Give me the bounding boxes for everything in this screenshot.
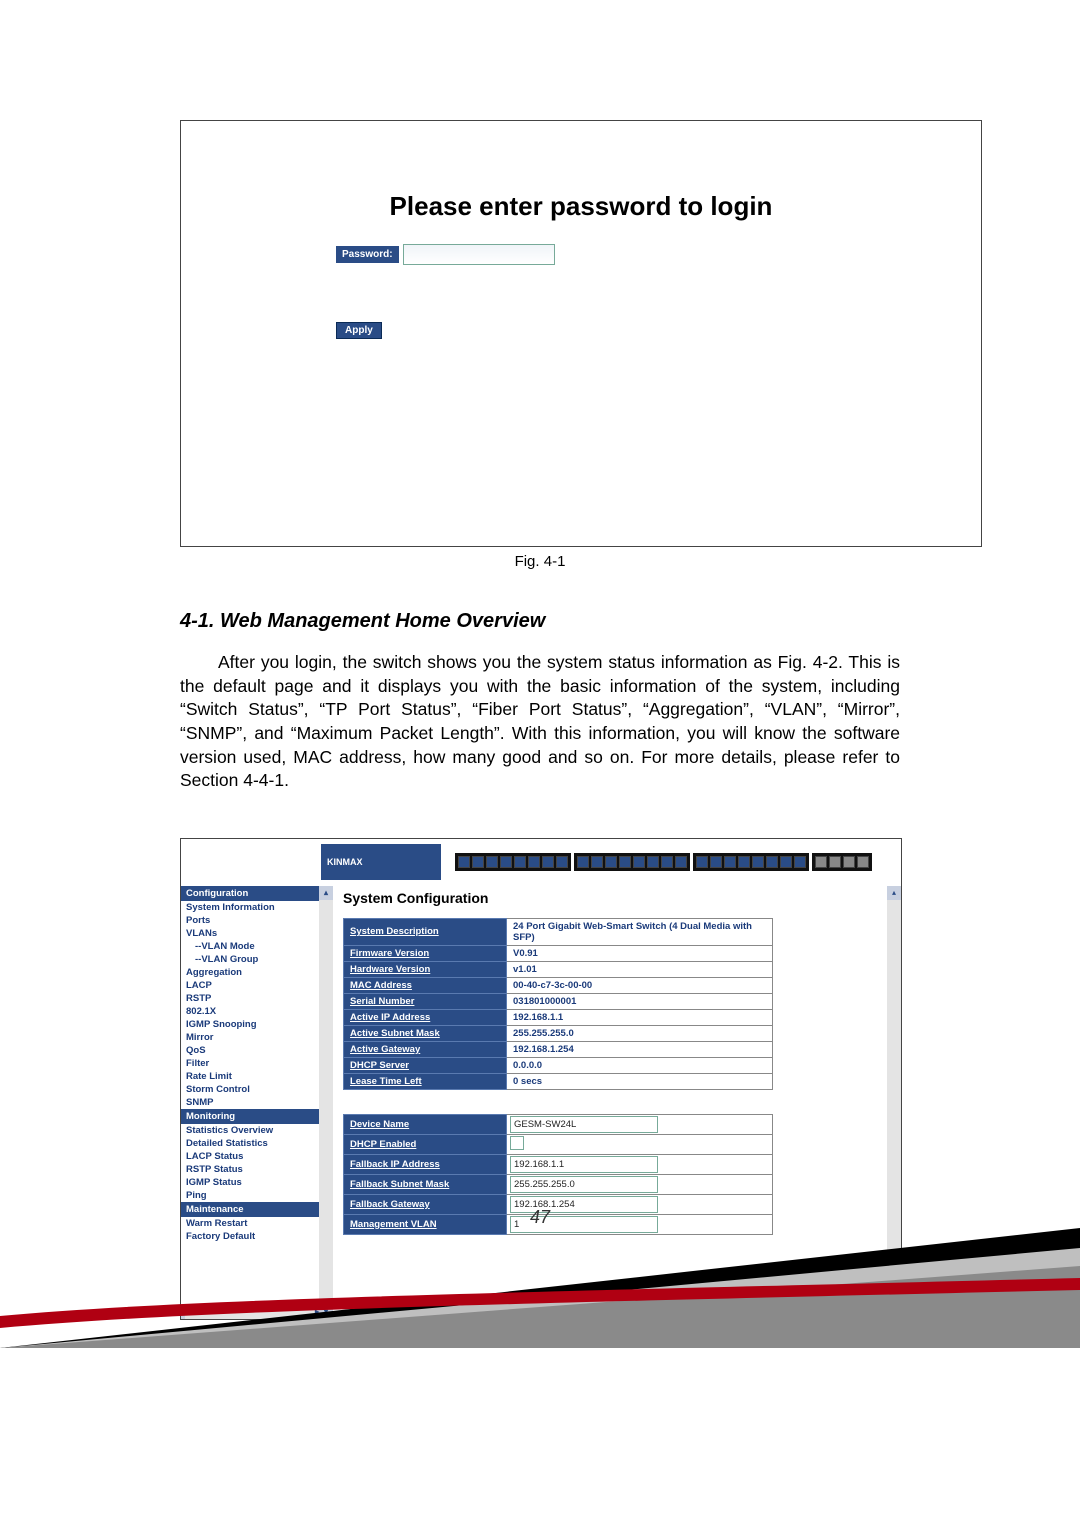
info-value: 031801000001 <box>507 993 773 1009</box>
info-key: Active Subnet Mask <box>344 1025 507 1041</box>
fig2-caption: Fig. 4-2 <box>180 1326 900 1343</box>
scroll-up-icon[interactable]: ▴ <box>319 886 333 900</box>
nav-item[interactable]: IGMP Snooping <box>181 1018 333 1031</box>
nav-item[interactable]: VLANs <box>181 927 333 940</box>
nav-head-monitoring: Monitoring <box>181 1109 333 1124</box>
info-value: 0.0.0.0 <box>507 1057 773 1073</box>
info-key: DHCP Server <box>344 1057 507 1073</box>
nav-item[interactable]: SNMP <box>181 1096 333 1109</box>
nav-item[interactable]: LACP Status <box>181 1150 333 1163</box>
nav-head-configuration: Configuration <box>181 886 333 901</box>
nav-item[interactable]: Factory Default <box>181 1230 333 1243</box>
info-key: Lease Time Left <box>344 1073 507 1089</box>
nav-item[interactable]: RSTP <box>181 992 333 1005</box>
nav-item[interactable]: System Information <box>181 901 333 914</box>
password-label: Password: <box>336 246 399 263</box>
info-key: System Description <box>344 918 507 945</box>
info-table: System Description24 Port Gigabit Web-Sm… <box>343 918 773 1090</box>
section-heading: 4-1. Web Management Home Overview <box>180 610 900 633</box>
info-value: V0.91 <box>507 945 773 961</box>
port-diagram <box>455 853 872 871</box>
nav-item[interactable]: Detailed Statistics <box>181 1137 333 1150</box>
device-name-input[interactable] <box>510 1116 658 1133</box>
fallback-mask-input[interactable] <box>510 1176 658 1193</box>
login-screenshot: Please enter password to login Password:… <box>180 120 982 547</box>
info-key: Active IP Address <box>344 1009 507 1025</box>
nav-item[interactable]: Aggregation <box>181 966 333 979</box>
brand-logo: KINMAX <box>321 844 441 880</box>
info-value: 192.168.1.254 <box>507 1041 773 1057</box>
nav-item[interactable]: --VLAN Group <box>181 953 333 966</box>
scroll-right-icon[interactable]: ▸ <box>315 1305 319 1319</box>
nav-item[interactable]: IGMP Status <box>181 1176 333 1189</box>
info-key: Firmware Version <box>344 945 507 961</box>
device-name-label: Device Name <box>344 1114 507 1134</box>
scroll-left-icon[interactable]: ◂ <box>181 1305 185 1319</box>
main-title: System Configuration <box>343 890 891 906</box>
info-key: Active Gateway <box>344 1041 507 1057</box>
info-value: 24 Port Gigabit Web-Smart Switch (4 Dual… <box>507 918 773 945</box>
info-key: MAC Address <box>344 977 507 993</box>
sysconfig-screenshot: KINMAX Configuration System InformationP… <box>180 838 902 1320</box>
dhcp-enabled-label: DHCP Enabled <box>344 1134 507 1154</box>
info-key: Serial Number <box>344 993 507 1009</box>
nav-item[interactable]: RSTP Status <box>181 1163 333 1176</box>
fallback-ip-label: Fallback IP Address <box>344 1154 507 1174</box>
nav-item[interactable]: Storm Control <box>181 1083 333 1096</box>
main-panel: System Configuration System Description2… <box>333 886 901 1319</box>
info-key: Hardware Version <box>344 961 507 977</box>
nav-item[interactable]: Ping <box>181 1189 333 1202</box>
nav-item[interactable]: 802.1X <box>181 1005 333 1018</box>
scroll-down-icon[interactable]: ▾ <box>887 1305 901 1319</box>
scroll-down-icon[interactable]: ▾ <box>319 1305 333 1319</box>
login-heading: Please enter password to login <box>221 191 941 222</box>
section-body: After you login, the switch shows you th… <box>180 651 900 793</box>
password-input[interactable] <box>403 244 555 265</box>
fallback-mask-label: Fallback Subnet Mask <box>344 1174 507 1194</box>
info-value: 00-40-c7-3c-00-00 <box>507 977 773 993</box>
nav-item[interactable]: QoS <box>181 1044 333 1057</box>
sidebar-vscrollbar[interactable]: ▴ ▾ <box>319 886 333 1319</box>
dhcp-enabled-checkbox[interactable] <box>510 1136 524 1150</box>
info-value: 255.255.255.0 <box>507 1025 773 1041</box>
nav-item[interactable]: Filter <box>181 1057 333 1070</box>
device-banner: KINMAX <box>181 839 901 886</box>
apply-button[interactable]: Apply <box>336 322 382 339</box>
sidebar-hscrollbar[interactable]: ◂ ▸ <box>181 1305 319 1319</box>
info-value: 192.168.1.1 <box>507 1009 773 1025</box>
page-number: 47 <box>0 1207 1080 1228</box>
nav-item[interactable]: --VLAN Mode <box>181 940 333 953</box>
nav-item[interactable]: Ports <box>181 914 333 927</box>
nav-item[interactable]: Mirror <box>181 1031 333 1044</box>
nav-item[interactable]: Rate Limit <box>181 1070 333 1083</box>
fallback-ip-input[interactable] <box>510 1156 658 1173</box>
fig1-caption: Fig. 4-1 <box>180 553 900 570</box>
nav-item[interactable]: Statistics Overview <box>181 1124 333 1137</box>
scroll-up-icon[interactable]: ▴ <box>887 886 901 900</box>
main-vscrollbar[interactable]: ▴ ▾ <box>887 886 901 1319</box>
nav-item[interactable]: LACP <box>181 979 333 992</box>
nav-sidebar: Configuration System InformationPortsVLA… <box>181 886 333 1319</box>
info-value: 0 secs <box>507 1073 773 1089</box>
info-value: v1.01 <box>507 961 773 977</box>
